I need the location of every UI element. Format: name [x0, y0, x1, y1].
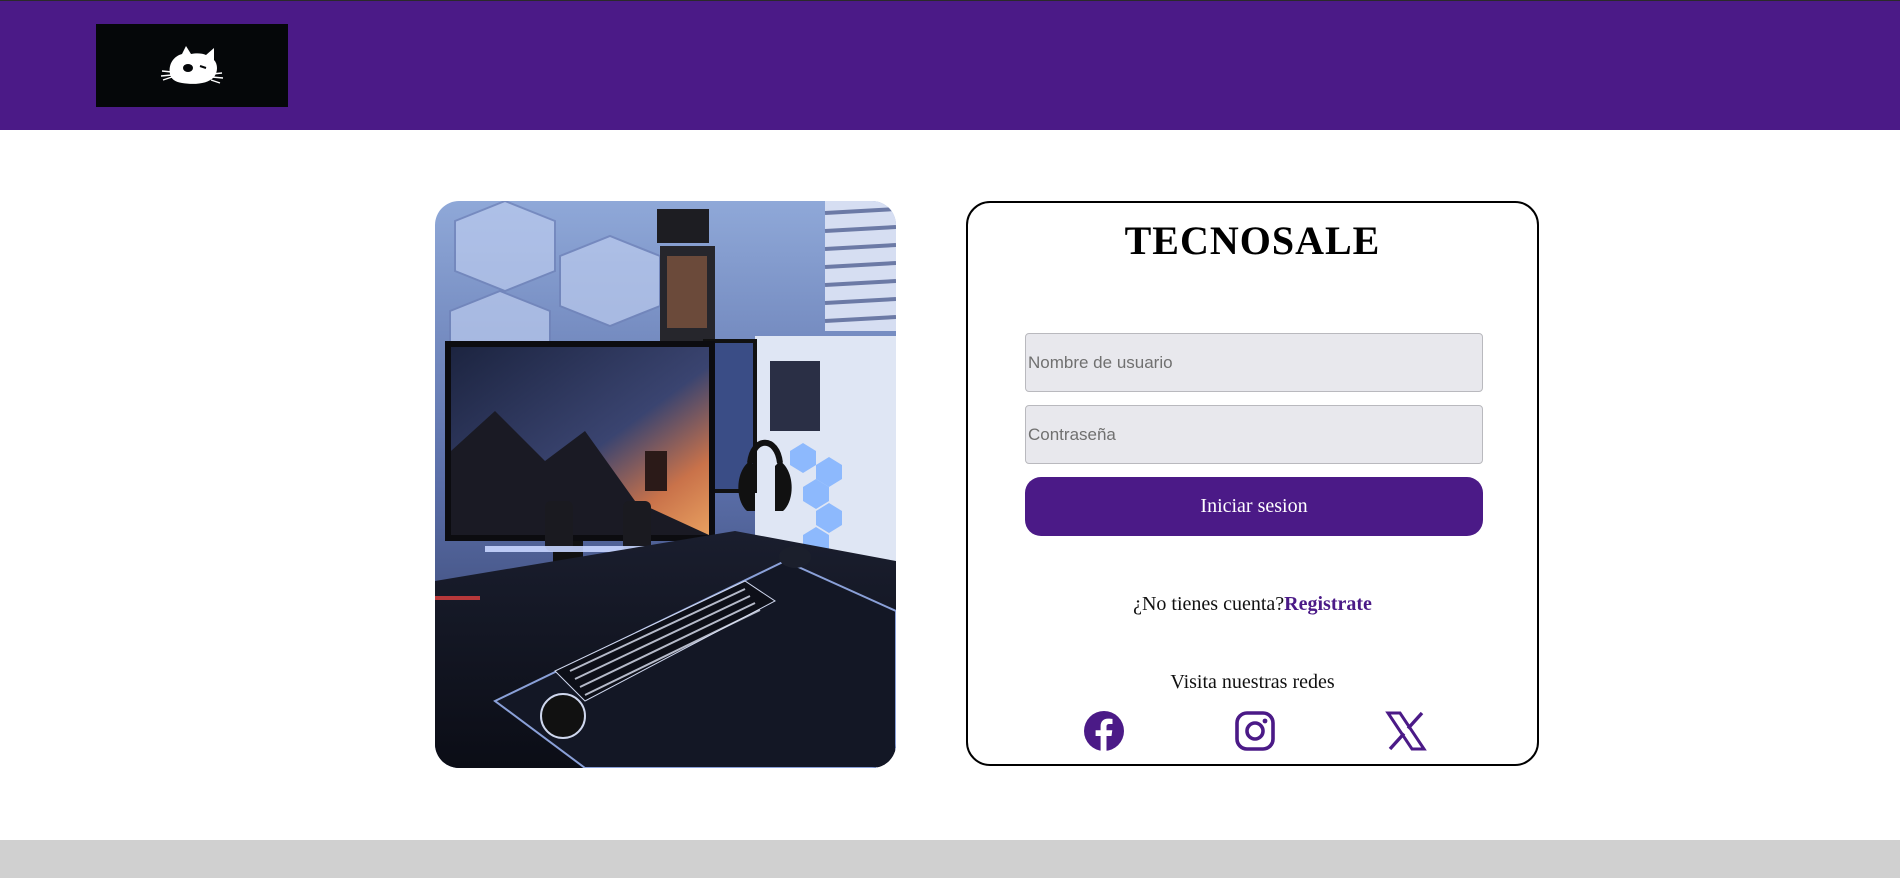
brand-title: TECNOSALE — [1124, 218, 1381, 263]
login-button[interactable]: Iniciar sesion — [1025, 477, 1483, 536]
facebook-icon[interactable] — [1083, 710, 1125, 752]
page: TECNOSALE Iniciar sesion ¿No tienes cuen… — [0, 0, 1900, 878]
gaming-desk-setup-photo — [435, 201, 896, 768]
register-link[interactable]: Registrate — [1284, 593, 1372, 615]
password-input[interactable] — [1025, 405, 1483, 464]
logo[interactable] — [96, 24, 288, 107]
username-input[interactable] — [1025, 333, 1483, 392]
register-prompt: ¿No tienes cuenta?Registrate — [968, 593, 1537, 616]
no-account-text: ¿No tienes cuenta? — [1133, 593, 1285, 615]
login-card: TECNOSALE Iniciar sesion ¿No tienes cuen… — [966, 201, 1539, 766]
site-header — [0, 1, 1900, 130]
cat-skull-icon — [160, 45, 224, 84]
site-footer — [0, 840, 1900, 878]
x-icon[interactable] — [1385, 710, 1427, 752]
instagram-icon[interactable] — [1234, 710, 1276, 752]
hero-image — [435, 201, 896, 768]
social-label: Visita nuestras redes — [1170, 671, 1335, 693]
